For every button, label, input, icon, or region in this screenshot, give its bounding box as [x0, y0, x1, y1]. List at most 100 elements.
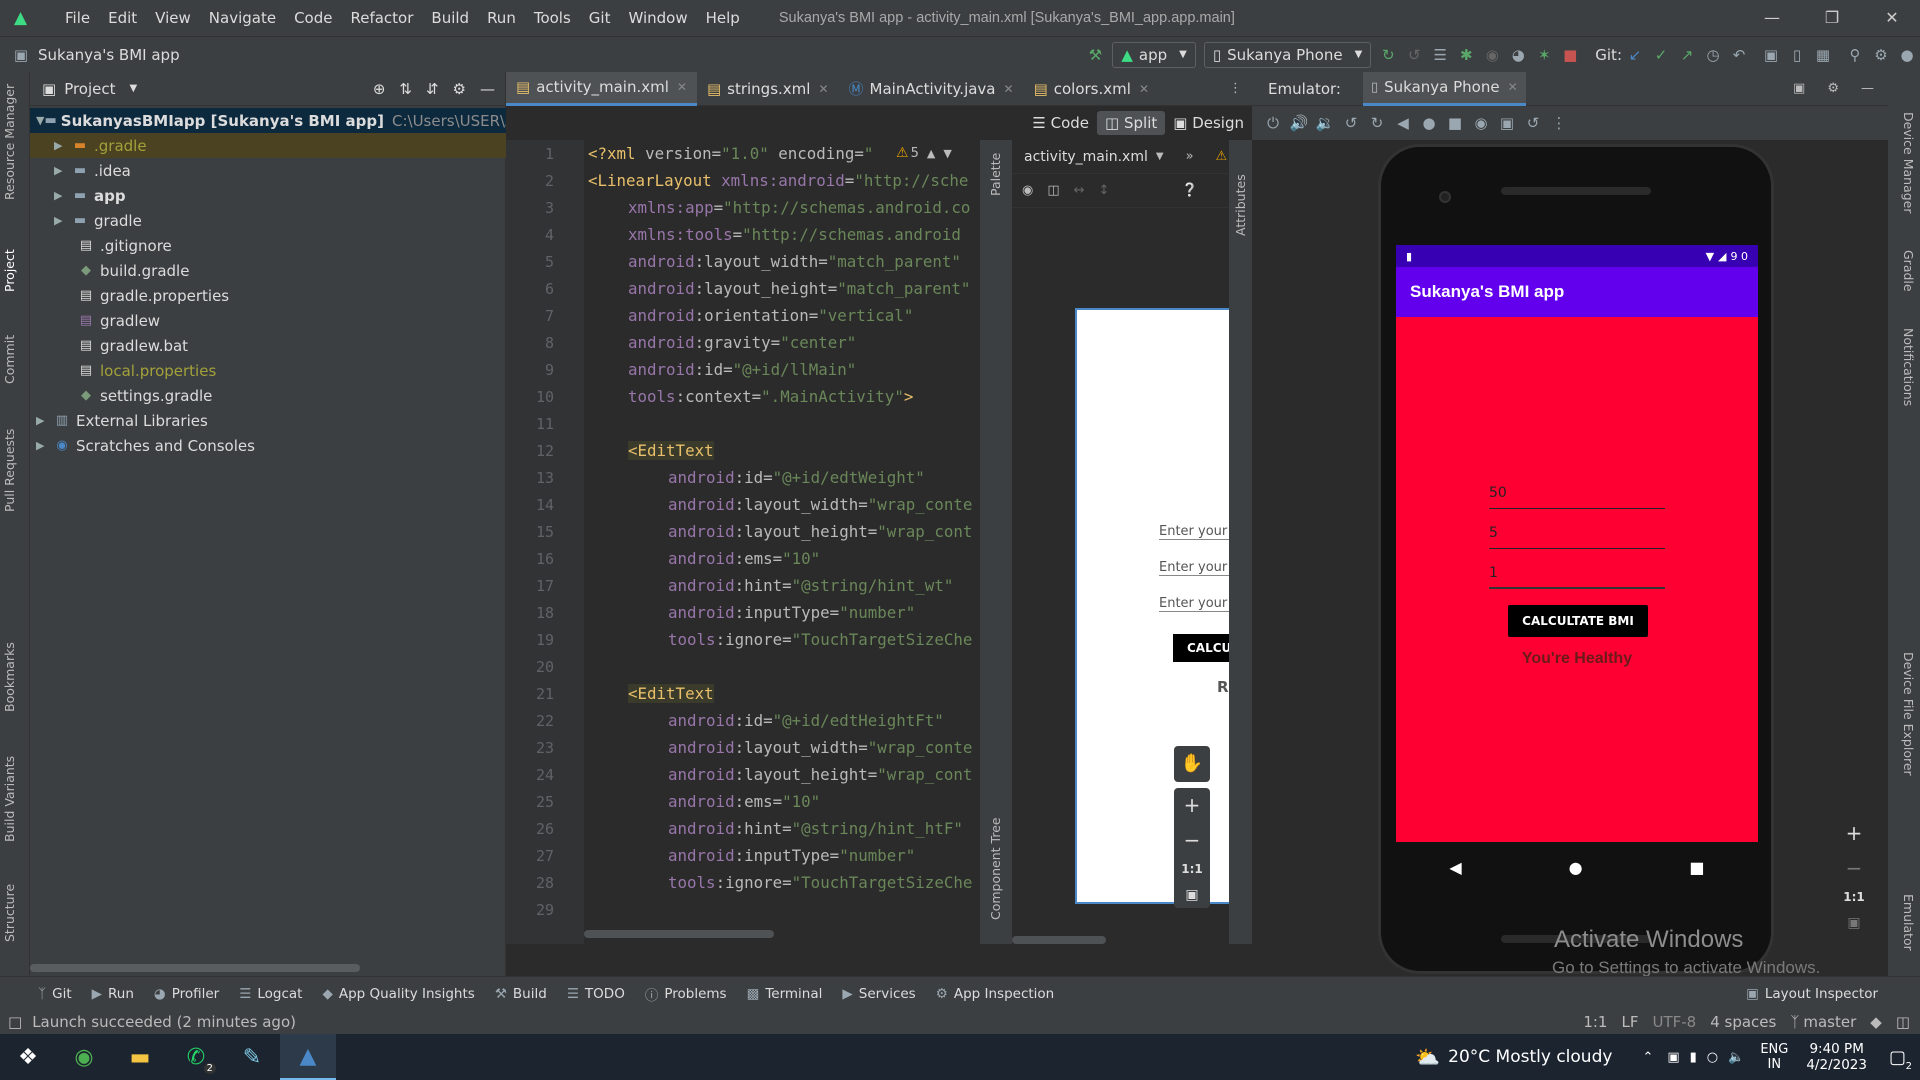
- device-manager-icon[interactable]: ▣: [1758, 42, 1784, 68]
- gear-icon[interactable]: ⚙: [453, 80, 466, 98]
- tab-activity-main-xml[interactable]: ▤ activity_main.xml ✕: [506, 71, 697, 106]
- rotate-right-icon[interactable]: ↻: [1364, 110, 1390, 136]
- commit-tab[interactable]: Commit: [2, 335, 17, 384]
- rotate-left-icon[interactable]: ↺: [1338, 110, 1364, 136]
- horizontal-scrollbar[interactable]: [30, 964, 360, 972]
- menu-code[interactable]: Code: [285, 9, 341, 27]
- attach-icon[interactable]: ◉: [1479, 42, 1505, 68]
- volume-icon[interactable]: 🔈: [1728, 1050, 1744, 1065]
- hide-icon[interactable]: —: [1861, 81, 1874, 96]
- hide-icon[interactable]: —: [480, 80, 495, 98]
- settings-icon[interactable]: ⚙: [1868, 42, 1894, 68]
- line-number[interactable]: 23: [514, 739, 554, 757]
- notification-center-icon[interactable]: ▢ 2: [1889, 1047, 1912, 1072]
- tree-item-gradle[interactable]: ▶ ▬ gradle: [54, 208, 142, 233]
- windows-start-icon[interactable]: ❖: [0, 1034, 56, 1080]
- run-config-select[interactable]: ▲ app ▼: [1112, 41, 1196, 68]
- close-icon[interactable]: ✕: [1004, 82, 1014, 96]
- git-push-icon[interactable]: ↗: [1674, 42, 1700, 68]
- snapshot-icon[interactable]: ↺: [1520, 110, 1546, 136]
- gear-icon[interactable]: ⚙: [1827, 81, 1839, 96]
- tree-item-gitignore[interactable]: ▤ .gitignore: [76, 233, 172, 258]
- git-branch[interactable]: master: [1803, 1013, 1856, 1031]
- rollback-icon[interactable]: ↶: [1726, 42, 1752, 68]
- battery-icon[interactable]: ▮: [1690, 1050, 1697, 1065]
- logcat-tool[interactable]: ☰ Logcat: [229, 986, 312, 1002]
- tree-item-settings-gradle[interactable]: ◆ settings.gradle: [76, 383, 212, 408]
- height-ft-input[interactable]: 5: [1489, 525, 1665, 549]
- nav-back-icon[interactable]: ◀: [1449, 858, 1461, 877]
- line-number[interactable]: 7: [514, 307, 554, 325]
- double-chevron-icon[interactable]: »: [1186, 149, 1194, 164]
- caret-position[interactable]: 1:1: [1583, 1013, 1607, 1031]
- chevron-up-icon[interactable]: ⌃: [1642, 1050, 1653, 1065]
- device-mirror-icon[interactable]: ▯: [1784, 42, 1810, 68]
- record-icon[interactable]: ▣: [1494, 110, 1520, 136]
- emulator-side-tab[interactable]: Emulator: [1901, 894, 1916, 951]
- profile-icon[interactable]: ◕: [1505, 42, 1531, 68]
- line-number[interactable]: 24: [514, 766, 554, 784]
- line-number[interactable]: 19: [514, 631, 554, 649]
- todo-tool[interactable]: ☰ TODO: [557, 986, 635, 1002]
- zoom-out-icon[interactable]: −: [1846, 856, 1863, 880]
- structure-tab[interactable]: Structure: [2, 884, 17, 942]
- weather-text[interactable]: 20°C Mostly cloudy: [1448, 1047, 1612, 1067]
- git-update-icon[interactable]: ↙: [1622, 42, 1648, 68]
- overview-icon[interactable]: ■: [1442, 110, 1468, 136]
- line-number[interactable]: 2: [514, 172, 554, 190]
- stop-icon[interactable]: ■: [1557, 42, 1583, 68]
- menu-window[interactable]: Window: [619, 9, 696, 27]
- apply-changes-icon[interactable]: ↻: [1375, 42, 1401, 68]
- terminal-tool[interactable]: ▩ Terminal: [737, 986, 833, 1002]
- chevron-down-icon[interactable]: ▼: [130, 83, 138, 94]
- zoom-out-icon[interactable]: −: [1184, 828, 1201, 852]
- menu-file[interactable]: File: [56, 9, 99, 27]
- close-icon[interactable]: ✕: [677, 80, 687, 94]
- language-indicator[interactable]: ENG IN: [1760, 1042, 1788, 1072]
- line-number[interactable]: 3: [514, 199, 554, 217]
- design-mode-button[interactable]: ▣ Design: [1165, 111, 1252, 135]
- calculate-bmi-button[interactable]: CALCULTATE BMI: [1508, 605, 1648, 637]
- help-icon[interactable]: ❔: [1181, 183, 1197, 198]
- device-manager-tab[interactable]: Device Manager: [1901, 112, 1916, 214]
- collapse-all-icon[interactable]: ⇵: [426, 80, 439, 98]
- git-commit-icon[interactable]: ✓: [1648, 42, 1674, 68]
- device-select[interactable]: ▯ Sukanya Phone ▼: [1203, 41, 1372, 68]
- design-horizontal-scrollbar[interactable]: [1012, 936, 1106, 944]
- code-mode-button[interactable]: ☰ Code: [1024, 111, 1097, 135]
- eye-icon[interactable]: ◉: [1022, 183, 1033, 198]
- apply-code-icon[interactable]: ↺: [1401, 42, 1427, 68]
- profile-avatar-icon[interactable]: ●: [1894, 42, 1920, 68]
- code-editor[interactable]: <?xml version="1.0" encoding=" <LinearLa…: [584, 140, 980, 944]
- layout-inspector-tool[interactable]: ▣ Layout Inspector: [1736, 986, 1888, 1002]
- project-tab[interactable]: Project: [2, 249, 17, 292]
- split-mode-button[interactable]: ◫ Split: [1097, 111, 1166, 135]
- line-number[interactable]: 4: [514, 226, 554, 244]
- tab-strings-xml[interactable]: ▤ strings.xml ✕: [697, 72, 839, 106]
- attach-debugger-icon[interactable]: ✶: [1531, 42, 1557, 68]
- code-horizontal-scrollbar[interactable]: [584, 930, 774, 938]
- line-number[interactable]: 25: [514, 793, 554, 811]
- gradle-tab[interactable]: Gradle: [1901, 250, 1916, 292]
- zoom-actual-button[interactable]: 1:1: [1843, 890, 1865, 904]
- chevron-up-icon[interactable]: ▲: [927, 147, 935, 160]
- notepad-icon[interactable]: ✎: [224, 1034, 280, 1080]
- build-variants-tab[interactable]: Build Variants: [2, 756, 17, 842]
- tree-item-scratches[interactable]: ▶ ◉ Scratches and Consoles: [36, 433, 255, 458]
- tree-item-app[interactable]: ▶ ▬ app: [54, 183, 126, 208]
- horizontal-resize-icon[interactable]: ↔: [1074, 183, 1085, 198]
- inspection-widget[interactable]: ⚠ 5 ▲ ▼: [892, 142, 952, 164]
- line-number[interactable]: 20: [514, 658, 554, 676]
- line-number[interactable]: 8: [514, 334, 554, 352]
- menu-tools[interactable]: Tools: [525, 9, 580, 27]
- zoom-actual-button[interactable]: 1:1: [1181, 862, 1203, 876]
- line-number[interactable]: 13: [514, 469, 554, 487]
- home-icon[interactable]: ●: [1416, 110, 1442, 136]
- preview-height-ft-field[interactable]: Enter your: [1159, 560, 1229, 576]
- maximize-button[interactable]: ❐: [1804, 0, 1860, 36]
- wifi-icon[interactable]: ○: [1707, 1050, 1718, 1065]
- volume-up-icon[interactable]: 🔊: [1286, 110, 1312, 136]
- search-icon[interactable]: ⚲: [1842, 42, 1868, 68]
- minimize-button[interactable]: —: [1744, 0, 1800, 36]
- warning-icon[interactable]: ⚠: [1216, 149, 1228, 164]
